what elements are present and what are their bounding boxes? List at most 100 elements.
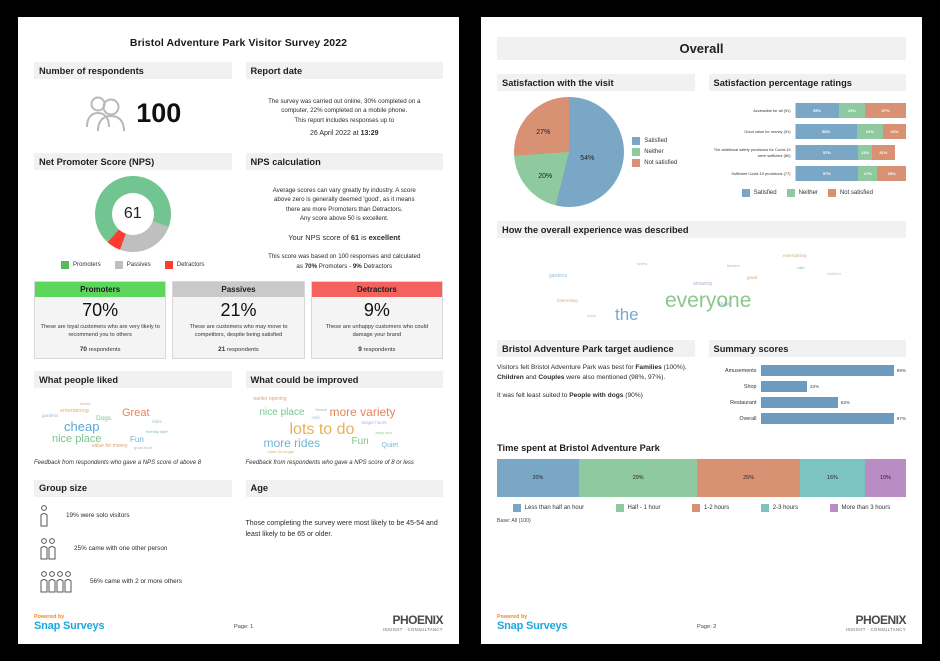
card-detractors: Detractors 9% These are unhappy customer… [310, 280, 443, 360]
audience-least-suffix: (90%) [623, 392, 643, 400]
ratings-row-label: Accessible for all (91) [753, 107, 791, 113]
pie-legend-neither: Neither [632, 148, 677, 156]
legend-label-promoters: Promoters [73, 262, 101, 268]
card-title-detractors: Detractors [311, 281, 442, 297]
phoenix-logo-sub-2: INSIGHT · CONSULTANCY [845, 627, 906, 632]
wordcloud-word: good [747, 275, 758, 280]
wordcloud-word: interesting [557, 298, 578, 303]
ratings-segment: 12% [858, 145, 872, 160]
card-count-suffix-passives: respondents [225, 347, 259, 354]
card-count-passives: 21 respondents [173, 344, 304, 359]
pie-label-neither: 20% [538, 173, 553, 180]
summary-track: 99% [760, 365, 906, 376]
nps-donut-ring: 61 [94, 176, 171, 252]
ratings-row: Accessible for all (91) 39% 24% 37% [709, 103, 907, 118]
ratings-segment: 57% [795, 145, 859, 160]
page-2-footer: Powered by Snap Surveys Page: 2 PHOENIX … [497, 613, 907, 632]
card-count-detractors: 9 respondents [311, 344, 442, 359]
ratings-row: Sufficient Covid-19 provisions (77) 57% 17… [709, 166, 907, 181]
card-desc-passives: These are customers who may move to comp… [173, 322, 304, 345]
audience-text-e: were also mentioned (98%, 97%). [564, 374, 666, 382]
card-title-promoters: Promoters [35, 281, 166, 297]
summary-label: Amusements [725, 367, 757, 374]
summary-row: Overall 97% [709, 413, 906, 424]
nps-donut-chart: 61 [34, 176, 232, 252]
card-desc-detractors: These are unhappy customers who could da… [311, 322, 442, 345]
audience-couples: Couples [538, 374, 565, 382]
phoenix-logo: PHOENIX INSIGHT · CONSULTANCY [383, 613, 444, 632]
pie-legend-label-neither: Neither [644, 149, 664, 155]
nps-calc-line-4: Any score above 50 is excellent. [299, 214, 389, 222]
group-size-row: 19% were solo visitors [38, 504, 232, 528]
group-size-text: 25% came with one other person [74, 545, 168, 553]
section-heading-group-size: Group size [34, 479, 232, 497]
person-1-icon [40, 504, 48, 527]
section-heading-ratings: Satisfaction percentage ratings [708, 74, 906, 91]
nps-score-value: 61 [123, 205, 142, 222]
nps-calc-text: Average scores can vary greatly by indus… [246, 176, 444, 271]
snap-branding: Powered by Snap Surveys [34, 614, 105, 632]
ratings-bar: 57% 17% 26% [794, 166, 907, 181]
time-legend-label: 1-2 hours [703, 505, 730, 511]
ratings-segment: 24% [856, 124, 884, 139]
card-count-suffix-detractors: respondents [361, 347, 396, 354]
page-number-1: Page: 1 [234, 624, 254, 630]
section-heading-respondents: Number of respondents [34, 62, 232, 79]
summary-track: 53% [760, 397, 907, 408]
ratings-legend: Satisfied Neither Not satisfied [709, 189, 907, 197]
group-size-rows: 19% were solo visitors 25% came with one … [34, 504, 232, 594]
audience-text-d: and [523, 374, 539, 382]
wordcloud-word: gardens [42, 413, 59, 419]
ratings-segment: 37% [865, 103, 906, 118]
pie-legend-not-satisfied: Not satisfied [632, 159, 677, 167]
summary-row: Shop 32% [709, 381, 907, 392]
nps-calc-basis: This score was based on 100 responses an… [268, 253, 421, 261]
nps-calc-formula: as 70% Promoters - 9% Detractors [246, 262, 444, 271]
ratings-legend-label: Neither [798, 190, 818, 196]
section-heading-summary: Summary scores [708, 340, 906, 357]
summary-value: 32% [810, 384, 820, 389]
formula-suffix: Detractors [361, 262, 393, 270]
report-page-2: Overall Satisfaction with the visit 54% … [481, 17, 922, 644]
caption-liked: Feedback from respondents who gave a NPS… [34, 460, 202, 467]
section-heading-nps-calc: NPS calculation [245, 153, 443, 170]
pie-legend-satisfied: Satisfied [632, 137, 677, 145]
nps-calc-line-3: there are more Promoters than Detractors… [285, 205, 403, 213]
section-heading-audience: Bristol Adventure Park target audience [497, 340, 695, 357]
section-heading-age: Age [245, 479, 443, 497]
legend-item-promoters: Promoters [61, 261, 101, 269]
formula-prefix: as [296, 262, 305, 270]
people-icon [86, 96, 126, 132]
age-text: Those completing the survey were most li… [245, 519, 438, 538]
page-number-2: Page: 2 [697, 624, 717, 630]
legend-item-passives: Passives [114, 261, 151, 269]
time-legend: Less than half an hour Half - 1 hour 1-2 h… [497, 504, 906, 512]
wordcloud-word: gardens [549, 273, 568, 279]
wordcloud-word: rides [587, 313, 596, 318]
wordcloud-word: Dogs [96, 415, 112, 423]
summary-row: Restaurant 53% [709, 397, 907, 408]
ratings-segment: 56% [795, 124, 857, 139]
summary-value: 53% [840, 400, 850, 405]
person-2-icon [40, 537, 56, 560]
respondents-count: 100 [136, 97, 182, 128]
ratings-legend-label: Satisfied [753, 190, 777, 196]
nps-calc-line-2: above zero is generally deemed 'good', a… [273, 196, 415, 204]
ratings-row-label: Good value for money (91) [744, 128, 791, 134]
nps-calc-line-1: Average scores can vary greatly by indus… [272, 187, 416, 194]
audience-least-group: People with dogs [569, 392, 624, 400]
card-count-suffix-promoters: respondents [86, 347, 121, 354]
time-legend-item: More than 3 hours [829, 504, 890, 512]
time-legend-label: 2-3 hours [772, 505, 799, 511]
time-segment: 10% [865, 459, 906, 497]
wordcloud-word: good food [134, 445, 152, 451]
time-legend-item: Less than half an hour [512, 504, 584, 512]
wordcloud-word: nice place [259, 407, 305, 419]
card-value-passives: 21% [173, 296, 304, 323]
snap-branding-2: Powered by Snap Surveys [497, 614, 568, 632]
summary-label: Shop [743, 383, 757, 390]
summary-track: 97% [760, 413, 906, 424]
card-count-promoters: 70 respondents [35, 344, 166, 359]
respondents-figure: 100 [34, 85, 232, 141]
section-heading-improved: What could be improved [245, 371, 443, 389]
